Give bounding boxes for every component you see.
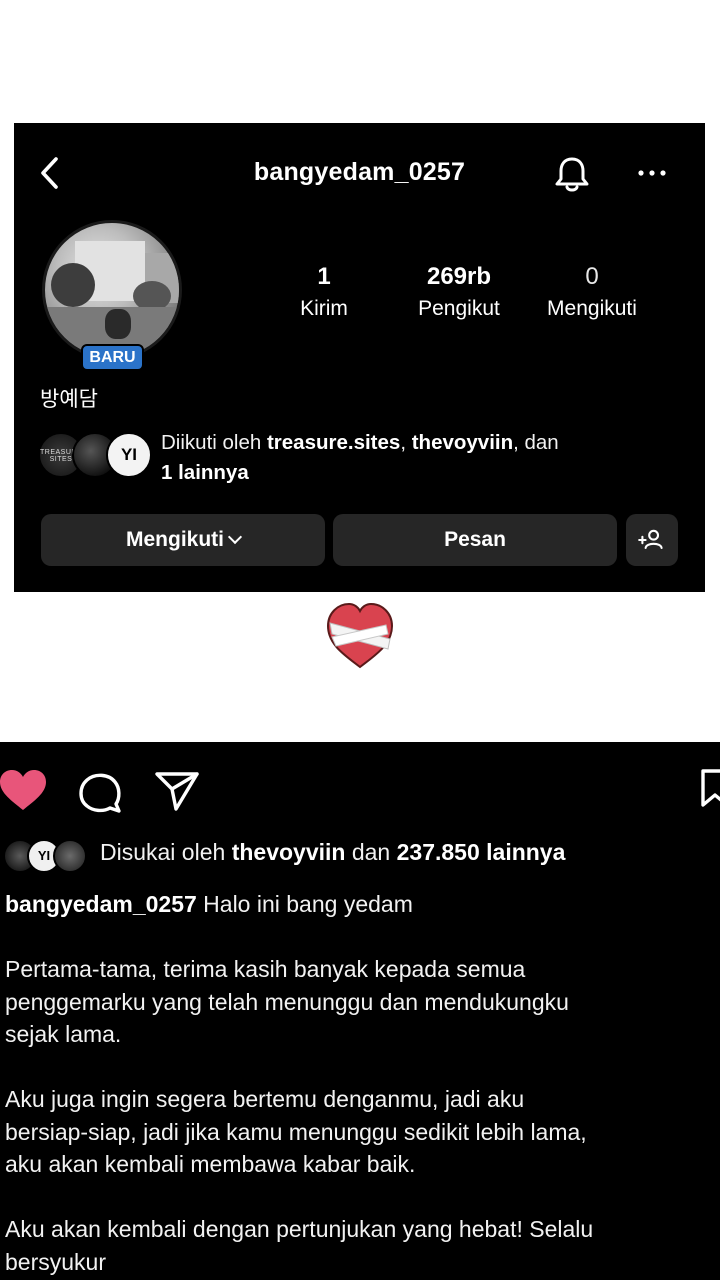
caption-username[interactable]: bangyedam_0257 [5,891,197,917]
heart-icon[interactable] [0,770,46,812]
more-icon[interactable] [634,161,670,185]
profile-card: bangyedam_0257 BARU 1 Kirim 269rb Pengik… [14,123,705,592]
caption-paragraph: Aku juga ingin segera bertemu denganmu, … [5,1086,587,1177]
mending-heart-icon [326,602,394,669]
message-button[interactable]: Pesan [333,514,617,566]
liked-by-avatars[interactable]: YI [3,839,93,873]
share-icon[interactable] [154,770,200,812]
followed-by-user2[interactable]: thevoyviin [412,431,513,454]
comment-icon[interactable] [78,770,122,814]
profile-username-header: bangyedam_0257 [253,158,466,186]
bookmark-icon[interactable] [700,768,720,808]
add-person-button[interactable] [626,514,678,566]
post-card: YI Disukai oleh thevoyviin dan 237.850 l… [0,742,720,1280]
stat-posts-label: Kirim [300,297,348,320]
liked-by-middle: dan [345,839,397,865]
liked-by-user[interactable]: thevoyviin [232,839,346,865]
profile-avatar[interactable] [42,220,182,360]
liked-by-prefix: Disukai oleh [100,839,232,865]
following-button-label: Mengikuti [126,528,224,551]
followed-by-more[interactable]: 1 lainnya [161,461,249,484]
add-person-icon [638,529,663,550]
stat-followers[interactable]: 269rb Pengikut [399,263,519,321]
stat-followers-label: Pengikut [418,297,500,320]
bell-icon[interactable] [552,154,592,194]
stat-posts-value: 1 [317,263,331,290]
followed-by-separator: , [400,431,412,454]
caption-paragraph: Pertama-tama, terima kasih banyak kepada… [5,956,569,1047]
followed-by-suffix: , dan [513,431,559,454]
display-name: 방예담 [40,387,98,411]
caption-paragraph: Aku akan kembali dengan pertunjukan yang… [5,1216,594,1275]
new-badge: BARU [81,344,144,371]
liked-by-text[interactable]: Disukai oleh thevoyviin dan 237.850 lain… [100,839,565,866]
chevron-down-icon [227,529,243,545]
avatar: YI [106,432,152,478]
caption-first-line: bangyedam_0257 Halo ini bang yedam [5,888,720,921]
stat-following-label: Mengikuti [547,297,637,320]
post-caption: bangyedam_0257 Halo ini bang yedam Perta… [5,888,720,1280]
stat-following[interactable]: 0 Mengikuti [532,263,652,321]
stat-followers-value: 269rb [426,263,492,290]
following-button[interactable]: Mengikuti [41,514,325,566]
followed-by-prefix: Diikuti oleh [161,431,267,454]
stat-following-value: 0 [585,263,599,290]
likes-count[interactable]: 237.850 lainnya [397,839,566,865]
avatar [53,839,87,873]
caption-greeting: Halo ini bang yedam [196,891,413,917]
mutual-followers-avatars[interactable]: TREASURE SITES YI [38,432,153,480]
stat-posts[interactable]: 1 Kirim [279,263,369,321]
followed-by-text[interactable]: Diikuti oleh treasure.sites, thevoyviin,… [161,428,681,488]
followed-by-user1[interactable]: treasure.sites [267,431,400,454]
